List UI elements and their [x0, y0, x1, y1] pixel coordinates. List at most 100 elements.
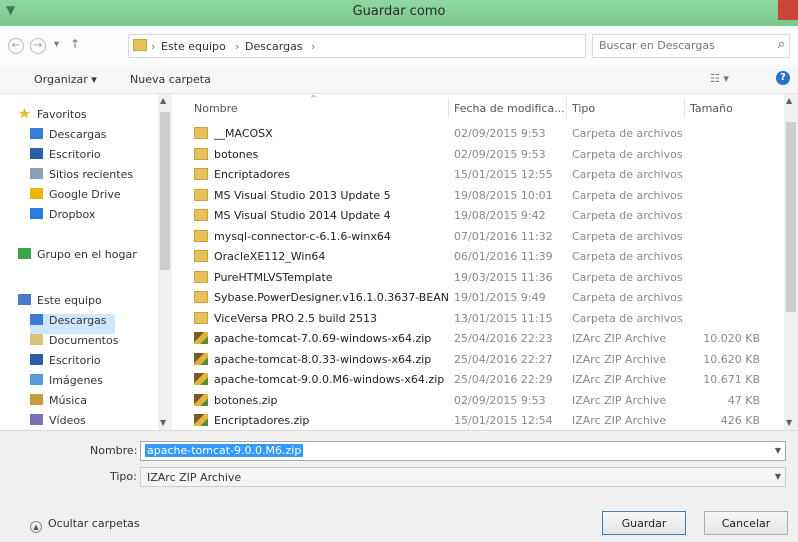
file-row[interactable]: __MACOSX 02/09/2015 9:53 Carpeta de archiv…	[186, 124, 778, 144]
breadcrumb-separator-icon: ›	[311, 40, 316, 53]
column-header-size[interactable]: Tamaño	[690, 102, 733, 115]
nav-videos[interactable]: Vídeos	[30, 414, 86, 430]
scroll-up-icon[interactable]: ▲	[160, 96, 166, 105]
file-row[interactable]: ViceVersa PRO 2.5 build 2513 13/01/2015 1…	[186, 309, 778, 329]
toolbar: Organizar ▾ Nueva carpeta ☷ ▾ ?	[0, 66, 798, 94]
file-row[interactable]: apache-tomcat-7.0.69-windows-x64.zip 25/0…	[186, 329, 778, 349]
breadcrumb-descargas[interactable]: Descargas	[245, 40, 303, 53]
nav-este-equipo[interactable]: Este equipo	[18, 294, 102, 314]
chevron-up-icon: ▲	[30, 521, 42, 533]
file-type: IZArc ZIP Archive	[572, 393, 667, 407]
recent-locations-icon[interactable]: ▾	[54, 39, 59, 50]
file-type: Carpeta de archivos	[572, 209, 683, 222]
help-icon[interactable]: ?	[776, 71, 790, 85]
nav-dropbox[interactable]: Dropbox	[30, 208, 95, 228]
search-box[interactable]: ⌕	[592, 34, 790, 58]
folder-icon	[194, 291, 208, 303]
drive-icon	[30, 188, 43, 199]
nav-homegroup[interactable]: Grupo en el hogar	[18, 248, 137, 268]
address-bar[interactable]: › Este equipo › Descargas › ▾ ↻	[128, 34, 704, 58]
file-date: 19/08/2015 9:42	[454, 209, 546, 222]
file-row[interactable]: Sybase.PowerDesigner.v16.1.0.3637-BEAN 19…	[186, 288, 778, 308]
organize-menu[interactable]: Organizar ▾	[34, 73, 97, 86]
column-header-date[interactable]: Fecha de modifica...	[454, 102, 565, 115]
file-row[interactable]: OracleXE112_Win64 06/01/2016 11:39 Carpeta…	[186, 247, 778, 267]
up-arrow-icon[interactable]: ↑	[70, 37, 80, 51]
file-row[interactable]: Encriptadores.zip 15/01/2015 12:54 IZArc Z…	[186, 411, 778, 430]
homegroup-icon	[18, 248, 31, 259]
file-name: botones	[214, 147, 259, 161]
file-type: Carpeta de archivos	[572, 250, 683, 263]
nav-sitios-recientes[interactable]: Sitios recientes	[30, 168, 133, 188]
nav-escritorio[interactable]: Escritorio	[30, 148, 101, 168]
file-name-value[interactable]: apache-tomcat-9.0.0.M6.zip	[145, 444, 304, 457]
file-row[interactable]: apache-tomcat-8.0.33-windows-x64.zip 25/0…	[186, 350, 778, 370]
file-date: 06/01/2016 11:39	[454, 250, 553, 263]
chevron-down-icon[interactable]: ▼	[775, 472, 781, 481]
file-row[interactable]: MS Visual Studio 2014 Update 4 19/08/2015…	[186, 206, 778, 226]
close-button[interactable]	[778, 0, 798, 20]
file-name: MS Visual Studio 2014 Update 4	[214, 209, 391, 222]
save-button[interactable]: Guardar	[602, 511, 686, 535]
file-name-label: Nombre:	[90, 444, 138, 457]
file-name-input[interactable]: apache-tomcat-9.0.0.M6.zip ▼	[140, 441, 786, 461]
nav-documentos[interactable]: Documentos	[30, 334, 118, 354]
videos-icon	[30, 414, 43, 425]
file-row[interactable]: botones 02/09/2015 9:53 Carpeta de archivo…	[186, 145, 778, 165]
file-type: IZArc ZIP Archive	[572, 332, 667, 345]
file-list-scrollbar-thumb[interactable]	[786, 122, 796, 312]
new-folder-button[interactable]: Nueva carpeta	[130, 73, 211, 86]
nav-escritorio-2[interactable]: Escritorio	[30, 354, 101, 374]
file-name: mysql-connector-c-6.1.6-winx64	[214, 229, 391, 243]
column-header-name[interactable]: Nombre	[194, 102, 238, 115]
file-row[interactable]: apache-tomcat-9.0.0.M6-windows-x64.zip 25…	[186, 370, 778, 390]
file-row[interactable]: MS Visual Studio 2013 Update 5 19/08/2015…	[186, 186, 778, 206]
hide-folders-button[interactable]: ▲ Ocultar carpetas	[30, 517, 140, 533]
column-divider[interactable]	[566, 98, 567, 118]
scroll-down-icon[interactable]: ▼	[786, 418, 792, 427]
folder-icon	[194, 229, 208, 242]
nav-favorites[interactable]: Favoritos	[18, 108, 87, 128]
file-row[interactable]: mysql-connector-c-6.1.6-winx64 07/01/2016…	[186, 227, 778, 247]
zip-archive-icon	[194, 393, 208, 406]
file-row[interactable]: PureHTMLVSTemplate 19/03/2015 11:36 Carpet…	[186, 268, 778, 288]
forward-button[interactable]: →	[30, 38, 46, 54]
chevron-down-icon[interactable]: ▼	[775, 446, 781, 455]
nav-descargas[interactable]: Descargas	[30, 128, 107, 148]
view-options-icon[interactable]: ☷ ▾	[710, 72, 729, 85]
breadcrumb-este-equipo[interactable]: Este equipo	[161, 40, 226, 53]
breadcrumb-separator-icon: ›	[235, 40, 240, 53]
file-name: __MACOSX	[214, 127, 273, 140]
folder-icon	[194, 188, 208, 201]
save-panel: Nombre: apache-tomcat-9.0.0.M6.zip ▼ Tip…	[0, 430, 798, 542]
computer-icon	[18, 294, 31, 305]
back-button[interactable]: ←	[8, 38, 24, 54]
nav-imagenes[interactable]: Imágenes	[30, 374, 103, 394]
file-date: 15/01/2015 12:55	[454, 168, 553, 181]
file-date: 02/09/2015 9:53	[454, 393, 546, 407]
file-type: IZArc ZIP Archive	[572, 373, 667, 386]
search-icon[interactable]: ⌕	[778, 37, 785, 52]
file-row[interactable]: botones.zip 02/09/2015 9:53 IZArc ZIP Arch…	[186, 391, 778, 411]
file-row[interactable]: Encriptadores 15/01/2015 12:55 Carpeta de …	[186, 165, 778, 185]
scroll-down-icon[interactable]: ▼	[160, 418, 166, 427]
nav-google-drive[interactable]: Google Drive	[30, 188, 121, 208]
search-input[interactable]	[599, 39, 759, 52]
cancel-button[interactable]: Cancelar	[704, 511, 788, 535]
file-size: 426 KB	[720, 414, 760, 427]
column-divider[interactable]	[684, 98, 685, 118]
file-date: 02/09/2015 9:53	[454, 147, 546, 161]
navigation-pane: Favoritos Descargas Escritorio Sitios re…	[0, 94, 172, 430]
sort-arrow-icon: ^	[310, 94, 317, 103]
column-header-type[interactable]: Tipo	[572, 102, 595, 115]
file-list: Nombre ^ Fecha de modifica... Tipo Tamañ…	[172, 94, 784, 430]
file-name: Encriptadores.zip	[214, 414, 310, 427]
scroll-up-icon[interactable]: ▲	[786, 96, 792, 105]
file-type-select[interactable]: IZArc ZIP Archive ▼	[140, 467, 786, 487]
nav-descargas-selected[interactable]: Descargas	[30, 314, 115, 334]
dropbox-icon	[30, 208, 43, 219]
nav-scrollbar-thumb[interactable]	[160, 112, 170, 270]
file-type: Carpeta de archivos	[572, 127, 683, 140]
nav-musica[interactable]: Música	[30, 394, 87, 414]
column-divider[interactable]	[448, 98, 449, 118]
